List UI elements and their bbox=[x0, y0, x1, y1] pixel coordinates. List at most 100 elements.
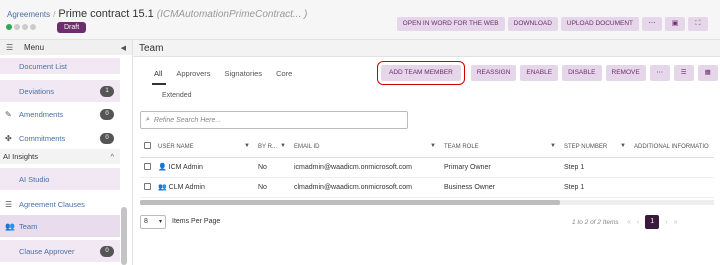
edit-icon: ✎ bbox=[5, 109, 12, 119]
sidebar-item-commitments[interactable]: ✤ Commitments 0 bbox=[0, 127, 120, 149]
main-header: Team bbox=[133, 40, 720, 57]
select-all-checkbox[interactable] bbox=[144, 142, 151, 150]
active-tab-indicator bbox=[152, 83, 166, 85]
page-title: Prime contract 15.1 bbox=[58, 8, 154, 20]
filter-icon[interactable]: ▼ bbox=[620, 143, 626, 149]
row-checkbox[interactable] bbox=[144, 162, 151, 170]
sidebar-item-label: Deviations bbox=[19, 86, 55, 96]
user-group-icon: 👥 bbox=[158, 184, 167, 191]
tab-signatories[interactable]: Signatories bbox=[225, 69, 263, 78]
sidebar-item-team[interactable]: 👥 Team bbox=[0, 215, 120, 237]
sidebar-item-ai-studio[interactable]: AI Studio bbox=[0, 168, 120, 190]
page-size-select[interactable]: 8 ▾ bbox=[140, 215, 166, 229]
count-badge: 0 bbox=[100, 132, 114, 144]
count-badge: 0 bbox=[100, 245, 114, 257]
team-table: USER NAME ▼ BY R... ▼ EMAIL ID ▼ TEAM ROLE ▼… bbox=[140, 137, 714, 198]
team-role-cell: Business Owner bbox=[440, 177, 560, 198]
sidebar-item-label: Amendments bbox=[19, 109, 64, 119]
tab-approvers[interactable]: Approvers bbox=[176, 69, 210, 78]
column-header-user-name[interactable]: USER NAME ▼ bbox=[154, 137, 254, 158]
user-name-cell: 👤 ICM Admin bbox=[154, 157, 254, 178]
team-action-toolbar: ADD TEAM MEMBER REASSIGN ENABLE DISABLE … bbox=[377, 61, 720, 85]
sidebar-item-label: Agreement Clauses bbox=[19, 199, 85, 209]
tab-all[interactable]: All bbox=[154, 69, 162, 78]
table-row[interactable]: 👥 CLM Admin No clmadmin@waadicm.onmicros… bbox=[140, 177, 714, 198]
filter-icon[interactable]: ▼ bbox=[430, 143, 436, 149]
page-subtitle: (ICMAutomationPrimeContract... ) bbox=[156, 9, 308, 20]
sidebar-group-ai-insights[interactable]: AI Insights ^ bbox=[0, 149, 120, 164]
breadcrumb: Agreements / Prime contract 15.1 (ICMAutoma… bbox=[7, 8, 307, 20]
column-header-by[interactable]: BY R... ▼ bbox=[254, 137, 290, 158]
hierarchy-icon[interactable]: ⛶ bbox=[688, 17, 708, 31]
team-role-cell: Primary Owner bbox=[440, 157, 560, 178]
tab-extended[interactable]: Extended bbox=[162, 92, 192, 99]
download-button[interactable]: DOWNLOAD bbox=[507, 17, 558, 31]
open-in-word-button[interactable]: OPEN IN WORD FOR THE WEB bbox=[396, 17, 505, 31]
by-cell: No bbox=[254, 177, 290, 198]
column-header-step-number[interactable]: STEP NUMBER ▼ bbox=[560, 137, 630, 158]
sidebar-menu-header: ☰ Menu ◀ bbox=[0, 40, 132, 55]
email-cell: clmadmin@waadicm.onmicrosoft.com bbox=[290, 177, 440, 198]
user-name: ICM Admin bbox=[168, 164, 203, 171]
user-name-cell: 👥 CLM Admin bbox=[154, 177, 254, 198]
tab-core[interactable]: Core bbox=[276, 69, 292, 78]
team-icon: 👥 bbox=[5, 221, 15, 231]
pagination-info: 1 to 2 of 2 Items bbox=[572, 219, 619, 226]
row-select-cell bbox=[140, 177, 154, 198]
collapse-sidebar-icon[interactable]: ◀ bbox=[121, 44, 126, 52]
sidebar-item-document-list[interactable]: Document List bbox=[0, 58, 120, 74]
row-checkbox[interactable] bbox=[144, 182, 151, 190]
pagination-controls: « ‹ 1 › » bbox=[627, 215, 678, 229]
prev-page-icon[interactable]: ‹ bbox=[637, 219, 639, 226]
sidebar-item-label: Document List bbox=[19, 61, 67, 71]
remove-button[interactable]: REMOVE bbox=[605, 65, 646, 81]
team-tabs: All Approvers Signatories Core bbox=[154, 69, 292, 78]
search-placeholder: Refine Search Here... bbox=[153, 116, 222, 124]
filter-icon[interactable]: ▼ bbox=[280, 143, 286, 149]
filter-icon[interactable]: ▼ bbox=[550, 143, 556, 149]
panel-icon[interactable]: ▣ bbox=[665, 17, 685, 31]
reassign-button[interactable]: REASSIGN bbox=[470, 65, 517, 81]
scrollbar-thumb[interactable] bbox=[140, 200, 560, 205]
sidebar-item-clause-approver[interactable]: Clause Approver 0 bbox=[0, 240, 120, 262]
hamburger-icon[interactable]: ☰ bbox=[6, 43, 16, 52]
status-dots bbox=[6, 24, 36, 30]
filter-icon[interactable]: ▼ bbox=[244, 143, 250, 149]
more-icon[interactable]: ⋯ bbox=[649, 65, 670, 81]
chevron-down-icon: ▾ bbox=[158, 219, 162, 225]
status-dot bbox=[22, 24, 28, 30]
list-view-icon[interactable]: ☰ bbox=[673, 65, 694, 81]
breadcrumb-agreements-link[interactable]: Agreements bbox=[7, 10, 50, 19]
step-number-cell: Step 1 bbox=[560, 177, 630, 198]
next-page-icon[interactable]: › bbox=[665, 219, 667, 226]
sidebar-item-deviations[interactable]: Deviations 1 bbox=[0, 80, 120, 102]
table-horizontal-scrollbar[interactable] bbox=[140, 200, 714, 205]
user-name: CLM Admin bbox=[168, 184, 205, 191]
table-row[interactable]: 👤 ICM Admin No icmadmin@waadicm.onmicros… bbox=[140, 157, 714, 178]
current-page-button[interactable]: 1 bbox=[645, 215, 660, 229]
search-input[interactable]: ⌕ Refine Search Here... bbox=[140, 111, 408, 129]
column-header-additional-information[interactable]: ADDITIONAL INFORMATIO bbox=[630, 137, 714, 158]
section-title: Team bbox=[139, 42, 164, 54]
first-page-icon[interactable]: « bbox=[627, 219, 631, 226]
add-team-member-button[interactable]: ADD TEAM MEMBER bbox=[377, 61, 465, 85]
column-header-team-role[interactable]: TEAM ROLE ▼ bbox=[440, 137, 560, 158]
sidebar-item-agreement-clauses[interactable]: ☰ Agreement Clauses bbox=[0, 193, 120, 215]
more-icon[interactable]: ⋯ bbox=[642, 17, 662, 31]
column-header-label: STEP NUMBER bbox=[564, 143, 608, 150]
last-page-icon[interactable]: » bbox=[674, 219, 678, 226]
grid-view-icon[interactable]: ▦ bbox=[697, 65, 718, 81]
page-size-label: Items Per Page bbox=[172, 218, 221, 225]
column-header-email[interactable]: EMAIL ID ▼ bbox=[290, 137, 440, 158]
search-icon: ⌕ bbox=[146, 116, 150, 123]
count-badge: 0 bbox=[100, 108, 114, 120]
page-size-value: 8 bbox=[144, 218, 148, 225]
status-dot bbox=[14, 24, 20, 30]
email-cell: icmadmin@waadicm.onmicrosoft.com bbox=[290, 157, 440, 178]
enable-button[interactable]: ENABLE bbox=[520, 65, 559, 81]
sidebar-scrollbar[interactable] bbox=[121, 207, 127, 265]
disable-button[interactable]: DISABLE bbox=[562, 65, 602, 81]
sidebar-item-amendments[interactable]: ✎ Amendments 0 bbox=[0, 103, 120, 125]
upload-document-button[interactable]: UPLOAD DOCUMENT bbox=[560, 17, 639, 31]
sidebar-item-label: Team bbox=[19, 221, 38, 231]
